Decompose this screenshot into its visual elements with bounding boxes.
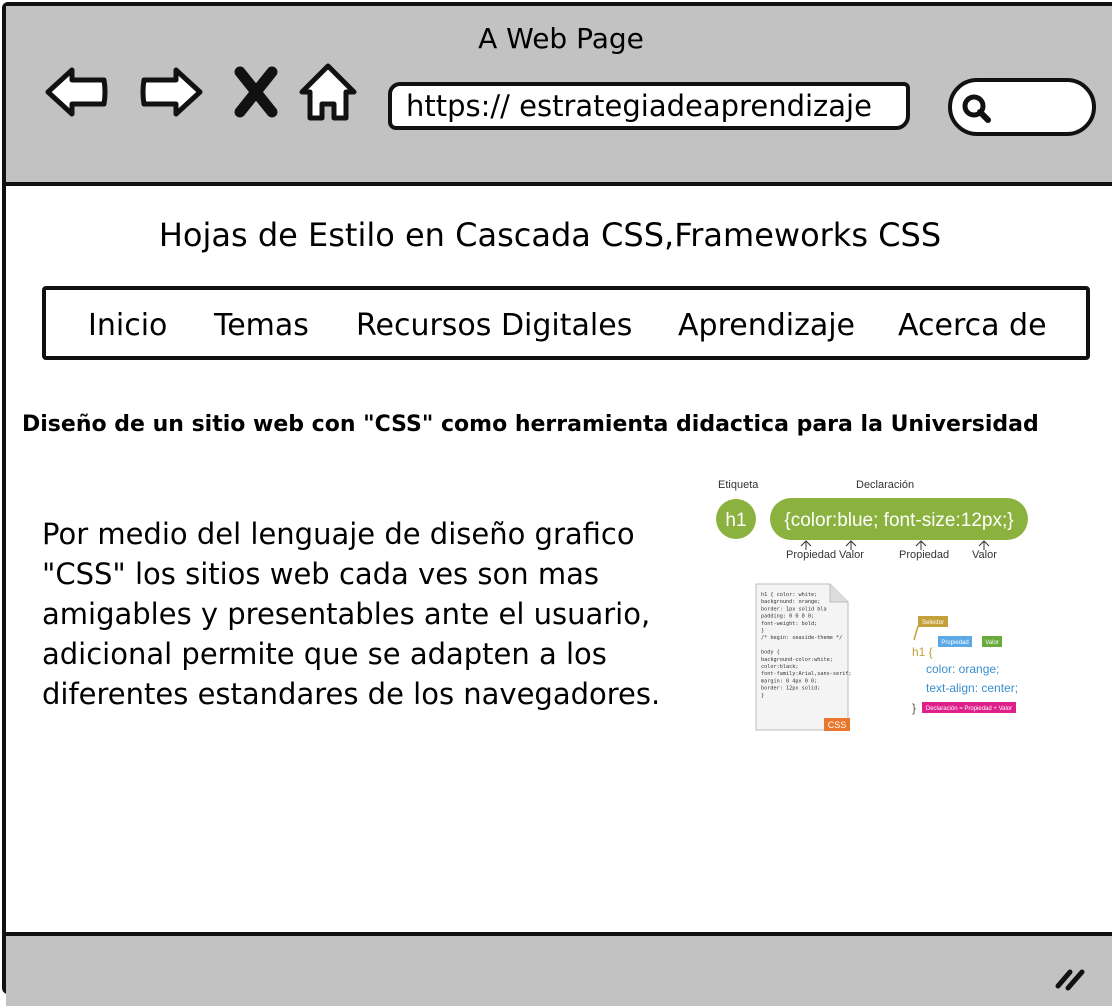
nav-item-acerca-de[interactable]: Acerca de (898, 308, 1047, 343)
code-line: h1 { color: white; (761, 592, 817, 598)
nav-item-aprendizaje[interactable]: Aprendizaje (678, 308, 855, 343)
search-icon (962, 94, 991, 123)
code-line: margin: 0 4px 0 0; (761, 678, 817, 684)
browser-status-bar (6, 932, 1112, 1006)
code-line: border: 1px solid bla (761, 606, 827, 612)
tag-propiedad: Propiedad (941, 640, 968, 646)
rule-line-2: text-align: center; (926, 681, 1018, 695)
browser-window: A Web Page https:// estrategiadeaprendiz… (2, 2, 1112, 1006)
search-box[interactable] (948, 78, 1096, 136)
nav-bar: Inicio Temas Recursos Digitales Aprendiz… (42, 286, 1090, 360)
code-line: padding: 0 0 0 0; (761, 614, 814, 620)
window-title: A Web Page (478, 22, 644, 55)
back-arrow-icon[interactable] (42, 62, 112, 122)
css-badge: CSS (828, 720, 847, 730)
figure-label-etiqueta: Etiqueta (718, 479, 759, 491)
code-line: font-weight: bold; (761, 621, 817, 627)
rule-note: Declaración = Propiedad + Valor (926, 706, 1012, 712)
code-line: /* begin: seaside-theme */ (761, 635, 842, 641)
rule-close: } (912, 701, 916, 715)
figure-label-propiedad-1: Propiedad (786, 549, 836, 561)
tag-valor: Valor (985, 640, 999, 646)
tag-selector: Selector (922, 620, 944, 626)
figure-label-valor-1: Valor (839, 549, 864, 561)
nav-item-temas[interactable]: Temas (214, 308, 309, 343)
css-file-icon: h1 { color: white; background: orange; b… (755, 583, 852, 731)
css-syntax-image: Etiqueta Declaración h1 {color:blue; fon… (706, 468, 1046, 748)
close-x-icon[interactable] (228, 62, 284, 122)
home-icon[interactable] (296, 62, 360, 122)
code-line: font-family:Arial,sans-serif; (761, 671, 852, 677)
figure-label-declaracion: Declaración (856, 479, 914, 491)
forward-arrow-icon[interactable] (136, 62, 206, 122)
content-headline: Diseño de un sitio web con "CSS" como he… (22, 412, 1039, 437)
nav-item-recursos-digitales[interactable]: Recursos Digitales (356, 308, 632, 343)
code-line: background: orange; (761, 599, 820, 605)
code-line: border: 12px solid; (761, 686, 820, 692)
declaration-text: {color:blue; font-size:12px;} (784, 510, 1013, 531)
browser-toolbar: A Web Page https:// estrategiadeaprendiz… (6, 6, 1112, 186)
figure-label-valor-2: Valor (972, 549, 997, 561)
selector-text: h1 (725, 510, 746, 531)
figure-label-propiedad-2: Propiedad (899, 549, 949, 561)
code-line: } (761, 693, 764, 699)
rule-line-1: color: orange; (926, 662, 999, 676)
address-bar[interactable]: https:// estrategiadeaprendizaje (388, 82, 910, 130)
code-line: color:black; (761, 664, 798, 670)
rule-open: h1 { (912, 645, 933, 659)
code-line: body { (761, 650, 780, 656)
resize-handle-icon[interactable] (1052, 964, 1088, 992)
code-line: } (761, 628, 764, 634)
page-title: Hojas de Estilo en Cascada CSS,Framework… (158, 216, 942, 254)
nav-item-inicio[interactable]: Inicio (88, 308, 167, 343)
content-body: Por medio del lenguaje de diseño grafico… (42, 517, 661, 711)
code-line: background-color:white; (761, 657, 833, 663)
